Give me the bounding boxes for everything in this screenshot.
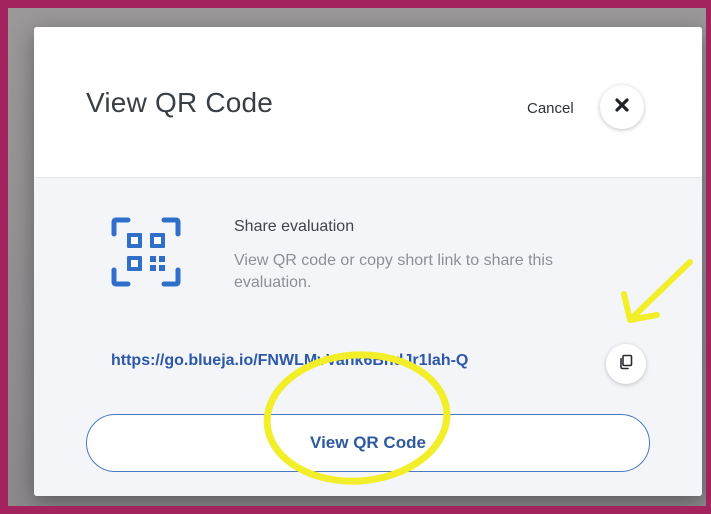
cancel-button[interactable]: Cancel (527, 100, 574, 117)
short-link[interactable]: https://go.blueja.io/FNWLMvVank6BndJr1la… (111, 352, 468, 370)
close-button[interactable] (600, 85, 644, 129)
view-qr-code-dialog: View QR Code Cancel Share evaluation Vie… (34, 27, 702, 496)
dialog-body: Share evaluation View QR code or copy sh… (34, 178, 702, 496)
qr-code-icon (110, 216, 182, 288)
dialog-header: View QR Code Cancel (34, 27, 702, 178)
share-evaluation-title: Share evaluation (234, 218, 355, 235)
screenshot-frame: View QR Code Cancel Share evaluation Vie… (0, 0, 711, 514)
share-evaluation-description: View QR code or copy short link to share… (234, 252, 553, 291)
close-icon (614, 97, 630, 118)
dialog-title: View QR Code (86, 87, 274, 118)
copy-icon (618, 354, 634, 375)
view-qr-code-button[interactable]: View QR Code (86, 414, 650, 472)
copy-link-button[interactable] (606, 344, 646, 384)
